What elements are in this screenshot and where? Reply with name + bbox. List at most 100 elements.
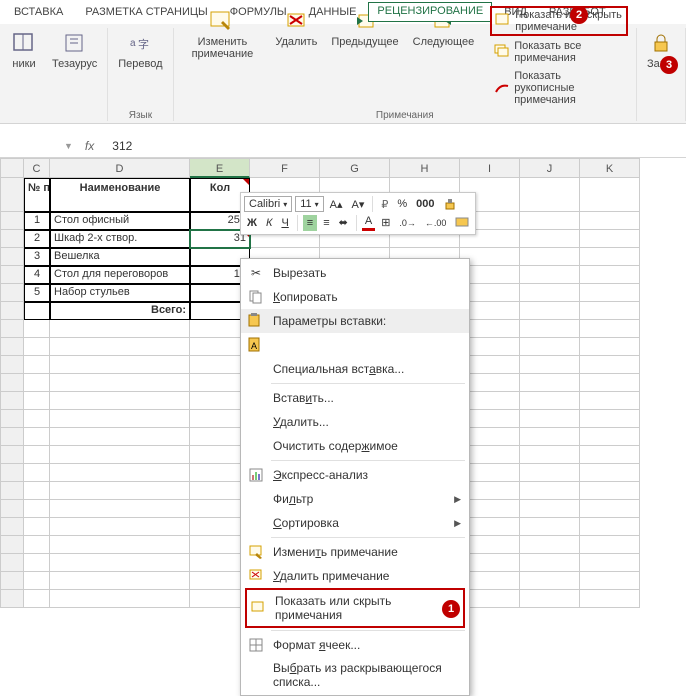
decrease-decimal-icon[interactable]: .0→ — [396, 217, 419, 229]
row-header[interactable] — [0, 212, 24, 230]
column-header-F[interactable]: F — [250, 158, 320, 178]
cell[interactable]: Шкаф 2-х створ. — [50, 230, 190, 248]
cell[interactable] — [24, 590, 50, 608]
row-header[interactable] — [0, 410, 24, 428]
cm-sort[interactable]: Сортировка ▶ — [241, 511, 469, 535]
cell[interactable] — [580, 572, 640, 590]
cell[interactable] — [520, 392, 580, 410]
column-header-D[interactable]: D — [50, 158, 190, 178]
column-header-G[interactable]: G — [320, 158, 390, 178]
spelling-button[interactable]: ники — [8, 28, 40, 72]
increase-decimal-icon[interactable]: ←.00 — [422, 217, 450, 229]
cm-cut[interactable]: ✂ Вырезать — [241, 261, 469, 285]
delete-comment-button[interactable]: Удалить — [273, 6, 319, 50]
accounting-format-icon[interactable]: ₽ — [378, 197, 391, 212]
row-header[interactable] — [0, 320, 24, 338]
cell[interactable] — [50, 446, 190, 464]
cell[interactable] — [520, 320, 580, 338]
font-color-icon[interactable]: A — [362, 214, 375, 231]
align-left-icon[interactable]: ≡ — [303, 215, 317, 231]
cm-quick-analysis[interactable]: Экспресс-анализ — [241, 463, 469, 487]
cell[interactable] — [580, 464, 640, 482]
cell[interactable]: Стол для переговоров — [50, 266, 190, 284]
row-header[interactable] — [0, 392, 24, 410]
cell[interactable] — [520, 356, 580, 374]
align-center-icon[interactable]: ≡ — [320, 216, 332, 230]
cell[interactable] — [520, 266, 580, 284]
cell[interactable] — [520, 428, 580, 446]
row-header[interactable] — [0, 302, 24, 320]
tab-review[interactable]: РЕЦЕНЗИРОВАНИЕ — [368, 2, 492, 22]
name-box-dropdown-icon[interactable]: ▼ — [64, 141, 73, 151]
row-header[interactable] — [0, 266, 24, 284]
cell[interactable] — [520, 410, 580, 428]
cm-clear[interactable]: Очистить содержимое — [241, 434, 469, 458]
cell[interactable] — [24, 320, 50, 338]
cm-insert[interactable]: Вставить... — [241, 386, 469, 410]
row-header[interactable] — [0, 446, 24, 464]
cell[interactable] — [24, 356, 50, 374]
cell[interactable] — [24, 536, 50, 554]
underline-button[interactable]: Ч — [278, 216, 291, 230]
cm-pick-from-list[interactable]: Выбрать из раскрывающегося списка... — [241, 657, 469, 693]
row-header[interactable] — [0, 374, 24, 392]
row-header[interactable] — [0, 230, 24, 248]
cm-format-cells[interactable]: Формат ячеек... — [241, 633, 469, 657]
cell[interactable] — [520, 446, 580, 464]
cell[interactable] — [50, 464, 190, 482]
formula-input[interactable]: 312 — [102, 139, 132, 153]
row-header[interactable] — [0, 572, 24, 590]
cell[interactable] — [520, 230, 580, 248]
cell[interactable] — [50, 554, 190, 572]
cell[interactable] — [520, 536, 580, 554]
cell[interactable] — [24, 554, 50, 572]
cell[interactable] — [580, 518, 640, 536]
cell[interactable]: Всего: — [50, 302, 190, 320]
cell[interactable]: 5 — [24, 284, 50, 302]
cell[interactable] — [50, 518, 190, 536]
showhide-comment-button[interactable]: Показать или скрыть примечание — [490, 6, 628, 36]
cell[interactable] — [580, 356, 640, 374]
cell[interactable] — [520, 338, 580, 356]
cell[interactable] — [520, 284, 580, 302]
cell[interactable] — [520, 248, 580, 266]
column-header-C[interactable]: C — [24, 158, 50, 178]
cell[interactable] — [580, 374, 640, 392]
row-header[interactable] — [0, 338, 24, 356]
cell[interactable] — [24, 500, 50, 518]
cell[interactable] — [50, 428, 190, 446]
cell[interactable] — [520, 374, 580, 392]
cell[interactable] — [520, 178, 580, 212]
column-header-I[interactable]: I — [460, 158, 520, 178]
bold-button[interactable]: Ж — [244, 216, 260, 230]
cell[interactable] — [50, 572, 190, 590]
increase-font-icon[interactable]: A▴ — [327, 197, 346, 212]
cell[interactable]: 4 — [24, 266, 50, 284]
cell[interactable] — [50, 320, 190, 338]
row-header[interactable] — [0, 248, 24, 266]
tab-insert[interactable]: ВСТАВКА — [4, 2, 73, 22]
cell[interactable] — [580, 428, 640, 446]
row-header[interactable] — [0, 518, 24, 536]
row-header[interactable] — [0, 590, 24, 608]
cell[interactable] — [580, 482, 640, 500]
cell[interactable] — [520, 212, 580, 230]
cell[interactable] — [580, 212, 640, 230]
cell[interactable] — [520, 590, 580, 608]
cell[interactable] — [50, 338, 190, 356]
decrease-font-icon[interactable]: A▾ — [349, 197, 368, 212]
translate-button[interactable]: a字 Перевод — [116, 28, 164, 72]
row-header[interactable] — [0, 356, 24, 374]
cell[interactable] — [24, 518, 50, 536]
cell[interactable] — [580, 590, 640, 608]
cell[interactable] — [50, 356, 190, 374]
row-header[interactable] — [0, 536, 24, 554]
cell[interactable] — [580, 392, 640, 410]
cell[interactable] — [50, 500, 190, 518]
cell[interactable] — [24, 482, 50, 500]
cm-paste-default[interactable]: A — [241, 333, 469, 357]
cm-paste-special[interactable]: Специальная вставка... — [241, 357, 469, 381]
cell[interactable] — [50, 536, 190, 554]
cell[interactable] — [580, 266, 640, 284]
cell[interactable] — [520, 302, 580, 320]
